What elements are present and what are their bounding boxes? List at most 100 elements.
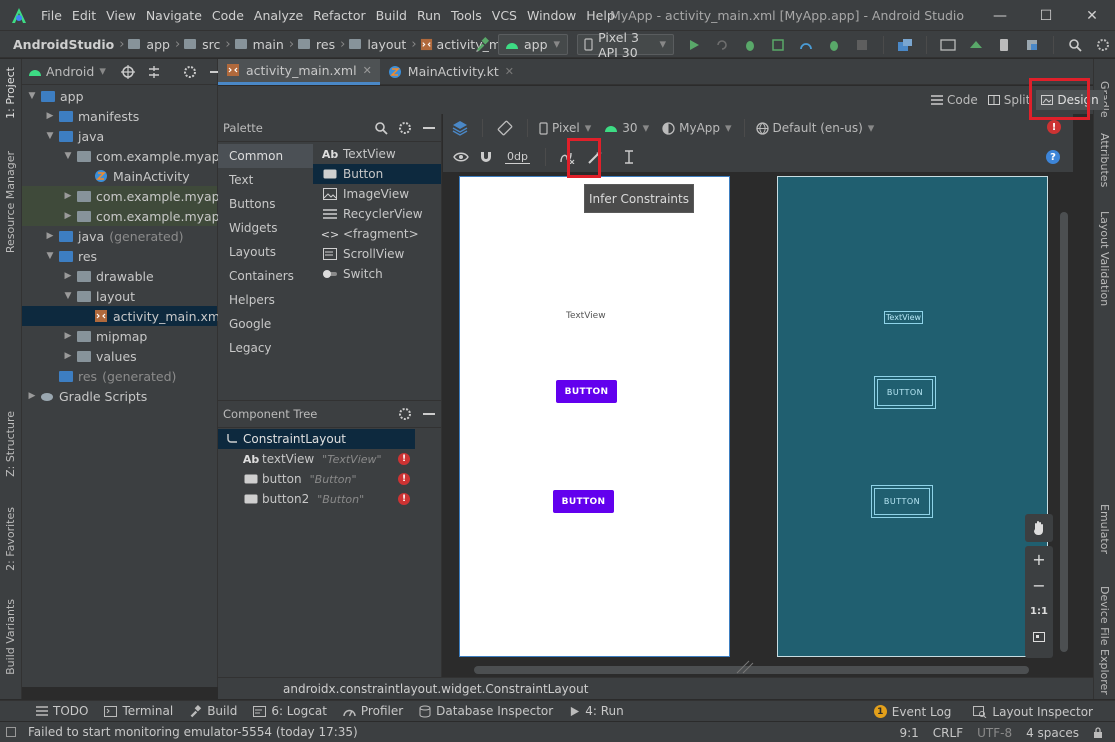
locate-icon[interactable] <box>117 64 139 79</box>
attach-debugger-icon[interactable] <box>766 38 790 52</box>
palette-widget-scrollview[interactable]: ScrollView <box>313 244 441 264</box>
magnet-icon[interactable] <box>476 150 496 164</box>
run-icon[interactable] <box>682 39 706 51</box>
palette-category-helpers[interactable]: Helpers <box>218 288 313 312</box>
tree-node[interactable]: ▼ app <box>22 86 217 106</box>
palette-widget-recyclerview[interactable]: RecyclerView <box>313 204 441 224</box>
chevron-down-icon[interactable]: ▾ <box>98 64 107 79</box>
expanded-arrow-icon[interactable]: ▼ <box>26 91 38 101</box>
split-mode-button[interactable]: Split <box>984 93 1035 107</box>
tree-node[interactable]: ▼ java <box>22 126 217 146</box>
hide-panel-icon[interactable] <box>417 412 441 416</box>
menu-file[interactable]: File <box>36 0 67 31</box>
device-file-explorer-tool-tab[interactable]: Device File Explorer <box>1098 586 1111 695</box>
expanded-arrow-icon[interactable]: ▼ <box>62 291 74 301</box>
profile-icon[interactable] <box>794 38 818 52</box>
emulator-tool-tab[interactable]: Emulator <box>1098 504 1111 554</box>
error-icon[interactable]: ! <box>398 473 410 485</box>
collapsed-arrow-icon[interactable]: ▶ <box>44 231 56 241</box>
palette-category-layouts[interactable]: Layouts <box>218 240 313 264</box>
tab-main-activity-kt[interactable]: MainActivity.kt ✕ <box>380 59 522 85</box>
tool-window-todo[interactable]: TODO <box>28 704 96 718</box>
palette-category-common[interactable]: Common <box>218 144 313 168</box>
collapsed-arrow-icon[interactable]: ▶ <box>62 271 74 281</box>
tree-node-textview[interactable]: Ab textView "TextView"! <box>218 449 441 469</box>
tool-window-databaseinspector[interactable]: Database Inspector <box>411 704 561 718</box>
attach-process-icon[interactable] <box>822 38 846 52</box>
zoom-actual-size-button[interactable]: 1:1 <box>1025 598 1053 624</box>
structure-tool-tab[interactable]: Z: Structure <box>4 411 17 477</box>
attributes-tool-tab[interactable]: Attributes <box>1098 133 1111 187</box>
tool-windows-icon[interactable] <box>0 727 22 737</box>
layers-icon[interactable] <box>449 120 471 136</box>
breadcrumb-item[interactable]: src <box>198 37 224 52</box>
expanded-arrow-icon[interactable]: ▼ <box>62 151 74 161</box>
orientation-icon[interactable] <box>494 120 516 136</box>
menu-navigate[interactable]: Navigate <box>141 0 207 31</box>
tree-node[interactable]: activity_main.xml <box>22 306 224 326</box>
menu-edit[interactable]: Edit <box>67 0 101 31</box>
textview-preview[interactable]: TextView <box>566 311 606 321</box>
sdk-manager-icon[interactable] <box>964 38 988 52</box>
code-mode-button[interactable]: Code <box>927 93 982 107</box>
palette-category-legacy[interactable]: Legacy <box>218 336 313 360</box>
tab-activity-main-xml[interactable]: activity_main.xml ✕ <box>218 58 380 85</box>
settings-icon[interactable] <box>179 65 201 79</box>
palette-category-widgets[interactable]: Widgets <box>218 216 313 240</box>
tool-window-run[interactable]: 4: Run <box>561 704 632 718</box>
sync-project-icon[interactable] <box>893 38 917 52</box>
search-icon[interactable] <box>369 121 393 135</box>
close-icon[interactable]: ✕ <box>1069 0 1115 31</box>
tree-node[interactable]: ▶ drawable <box>22 266 217 286</box>
palette-widget-fragment[interactable]: <> <fragment> <box>313 224 441 244</box>
menu-run[interactable]: Run <box>412 0 446 31</box>
expanded-arrow-icon[interactable]: ▼ <box>44 131 56 141</box>
tree-node[interactable]: ▶com.example.myapp(a <box>22 186 245 206</box>
palette-widget-switch[interactable]: Switch <box>313 264 441 284</box>
indent-setting[interactable]: 4 spaces <box>1026 726 1079 740</box>
design-surface[interactable]: TextView BUTTON BUTTON <box>459 176 730 657</box>
help-icon[interactable]: ? <box>1046 150 1060 164</box>
blueprint-surface[interactable]: TextView BUTTON BUTTON <box>777 176 1048 657</box>
favorites-tool-tab[interactable]: 2: Favorites <box>4 507 17 571</box>
hammer-icon[interactable] <box>470 37 494 52</box>
breadcrumb-item[interactable]: res <box>312 37 339 52</box>
breadcrumb-item[interactable]: layout <box>363 37 410 52</box>
zoom-to-fit-icon[interactable] <box>1025 624 1053 650</box>
menu-refactor[interactable]: Refactor <box>308 0 370 31</box>
menu-analyze[interactable]: Analyze <box>249 0 308 31</box>
error-indicator-icon[interactable]: ! <box>1047 120 1061 134</box>
button-blueprint[interactable]: BUTTON <box>874 376 936 409</box>
vertical-scrollbar[interactable] <box>1060 212 1068 652</box>
event-log-button[interactable]: 1 Event Log <box>866 705 960 719</box>
tree-node[interactable]: ▶ values <box>22 346 217 366</box>
resize-handle-icon[interactable] <box>735 660 755 674</box>
collapse-all-icon[interactable] <box>143 65 165 79</box>
zoom-in-icon[interactable]: + <box>1025 546 1053 572</box>
tool-window-build[interactable]: Build <box>181 704 245 718</box>
tree-node[interactable]: ▶ java (generated) <box>22 226 217 246</box>
tool-window-terminal[interactable]: Terminal <box>96 704 181 718</box>
menu-build[interactable]: Build <box>371 0 412 31</box>
tree-node[interactable]: ▶ Gradle Scripts <box>22 386 217 406</box>
tree-node[interactable]: ▶ manifests <box>22 106 217 126</box>
minimize-icon[interactable]: — <box>977 0 1023 31</box>
close-tab-icon[interactable]: ✕ <box>505 65 514 78</box>
tool-window-profiler[interactable]: Profiler <box>335 704 411 718</box>
zoom-out-icon[interactable]: − <box>1025 572 1053 598</box>
menu-code[interactable]: Code <box>207 0 249 31</box>
palette-category-containers[interactable]: Containers <box>218 264 313 288</box>
menu-tools[interactable]: Tools <box>446 0 487 31</box>
palette-widget-textview[interactable]: Ab TextView <box>313 144 441 164</box>
breadcrumb-item[interactable]: main <box>249 37 288 52</box>
build-variants-tool-tab[interactable]: Build Variants <box>4 599 17 675</box>
resource-manager-tool-tab[interactable]: Resource Manager <box>4 151 17 253</box>
file-encoding[interactable]: UTF-8 <box>977 726 1012 740</box>
guidelines-icon[interactable] <box>618 149 640 165</box>
project-tool-tab[interactable]: 1: Project <box>4 67 17 119</box>
debug-icon[interactable] <box>738 38 762 52</box>
tree-node[interactable]: res (generated) <box>22 366 217 386</box>
menu-window[interactable]: Window <box>522 0 581 31</box>
device-preview-select[interactable]: Pixel ▾ <box>539 121 592 136</box>
locale-select[interactable]: Default (en-us) ▾ <box>755 121 876 136</box>
